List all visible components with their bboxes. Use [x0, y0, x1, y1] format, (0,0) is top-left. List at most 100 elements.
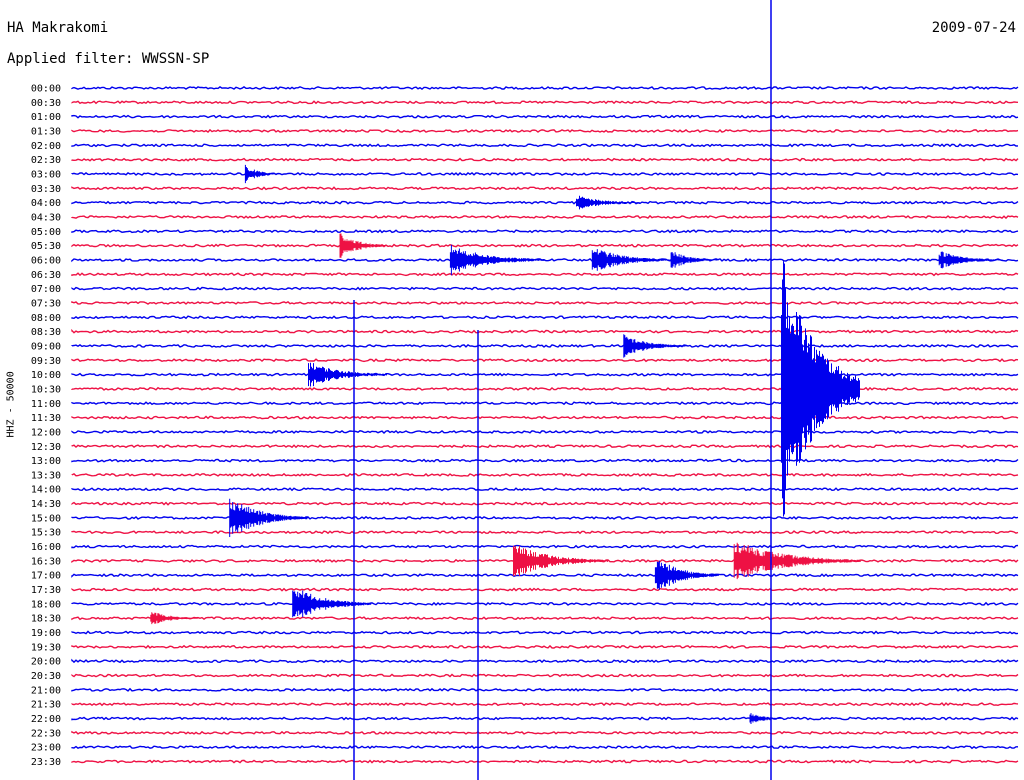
trace-0930 [71, 358, 1019, 363]
time-label-0100: 01:00 [31, 112, 61, 123]
trace-0200 [71, 143, 1019, 148]
trace-1300 [71, 458, 1019, 463]
trace-0030 [71, 100, 1019, 105]
time-label-1430: 14:30 [31, 499, 61, 510]
trace-0130 [71, 128, 1019, 134]
time-label-1000: 10:00 [31, 370, 61, 381]
time-label-1600: 16:00 [31, 542, 61, 553]
time-label-0400: 04:00 [31, 198, 61, 209]
time-label-0600: 06:00 [31, 255, 61, 266]
time-label-0800: 08:00 [31, 313, 61, 324]
trace-2300 [71, 745, 1018, 750]
event-burst-10 [733, 542, 861, 580]
trace-2030 [71, 673, 1019, 678]
time-label-2130: 21:30 [31, 700, 61, 711]
trace-0000 [71, 86, 1019, 90]
trace-0430 [71, 214, 1019, 220]
trace-1530 [71, 530, 1019, 535]
event-burst-8 [308, 362, 387, 387]
time-label-0300: 03:00 [31, 169, 61, 180]
time-label-1200: 12:00 [31, 427, 61, 438]
time-label-1400: 14:00 [31, 485, 61, 496]
trace-1900 [71, 630, 1019, 635]
trace-1930 [71, 644, 1019, 649]
event-burst-1 [576, 195, 640, 210]
trace-1130 [71, 415, 1019, 420]
trace-0900 [71, 344, 1019, 348]
time-label-2330: 23:30 [31, 757, 61, 768]
time-label-1030: 10:30 [31, 384, 61, 395]
time-label-1100: 11:00 [31, 399, 61, 410]
trace-0530 [71, 243, 1019, 248]
time-label-0530: 05:30 [31, 241, 61, 252]
time-label-0200: 02:00 [31, 141, 61, 152]
time-label-1800: 18:00 [31, 599, 61, 610]
time-label-0130: 01:30 [31, 126, 61, 137]
trace-2100 [71, 687, 1019, 692]
time-label-0700: 07:00 [31, 284, 61, 295]
trace-1230 [71, 444, 1019, 449]
time-label-2200: 22:00 [31, 714, 61, 725]
time-label-0000: 00:00 [31, 84, 61, 95]
time-label-2100: 21:00 [31, 685, 61, 696]
trace-0730 [71, 300, 1019, 305]
trace-1700 [71, 573, 1019, 578]
trace-1830 [71, 616, 1019, 621]
event-burst-11 [513, 545, 608, 577]
time-label-1730: 17:30 [31, 585, 61, 596]
trace-2200 [71, 716, 1019, 721]
event-burst-3 [449, 244, 545, 276]
time-label-0430: 04:30 [31, 212, 61, 223]
trace-1030 [71, 386, 1019, 392]
trace-0830 [71, 328, 1019, 334]
event-burst-4 [591, 249, 671, 271]
time-label-1630: 16:30 [31, 556, 61, 567]
time-label-1530: 15:30 [31, 528, 61, 539]
event-burst-7 [623, 334, 688, 358]
main-event-burst [781, 261, 860, 517]
trace-0700 [71, 286, 1019, 291]
event-burst-5 [670, 252, 719, 268]
event-burst-6 [938, 251, 1003, 269]
time-label-2030: 20:30 [31, 671, 61, 682]
trace-0800 [71, 315, 1019, 320]
trace-0630 [71, 272, 1019, 277]
event-burst-12 [654, 560, 719, 590]
event-burst-13 [292, 590, 372, 618]
time-label-0830: 08:30 [31, 327, 61, 338]
trace-2330 [71, 759, 1019, 764]
trace-1400 [71, 487, 1019, 492]
time-label-1300: 13:00 [31, 456, 61, 467]
time-label-1330: 13:30 [31, 470, 61, 481]
seismogram-plot: 00:00 00:30 01:00 01:30 02:00 02:30 03:00 03:30… [31, 0, 1019, 780]
trace-0100 [71, 114, 1019, 119]
time-label-0630: 06:30 [31, 270, 61, 281]
event-burst-14 [150, 612, 199, 625]
trace-1330 [71, 472, 1019, 477]
trace-0500 [71, 229, 1019, 234]
trace-lines [71, 86, 1019, 764]
time-label-0900: 09:00 [31, 341, 61, 352]
event-burst-15 [749, 713, 782, 724]
time-label-0330: 03:30 [31, 184, 61, 195]
time-label-0030: 00:30 [31, 98, 61, 109]
time-label-1830: 18:30 [31, 614, 61, 625]
time-label-1130: 11:30 [31, 413, 61, 424]
trace-1100 [71, 401, 1019, 406]
time-label-2230: 22:30 [31, 728, 61, 739]
trace-0230 [71, 157, 1019, 162]
time-axis-labels: 00:00 00:30 01:00 01:30 02:00 02:30 03:00 03:30… [31, 84, 61, 769]
trace-1600 [71, 544, 1019, 549]
time-label-0730: 07:30 [31, 298, 61, 309]
trace-2130 [71, 702, 1019, 707]
time-label-2000: 20:00 [31, 657, 61, 668]
event-burst-2 [339, 233, 388, 258]
trace-1200 [71, 429, 1019, 434]
trace-1730 [71, 587, 1019, 592]
time-label-2300: 23:00 [31, 743, 61, 754]
time-label-1900: 19:00 [31, 628, 61, 639]
event-burst-0 [244, 164, 277, 184]
time-label-0230: 02:30 [31, 155, 61, 166]
trace-0600 [71, 257, 1019, 263]
time-label-1230: 12:30 [31, 442, 61, 453]
